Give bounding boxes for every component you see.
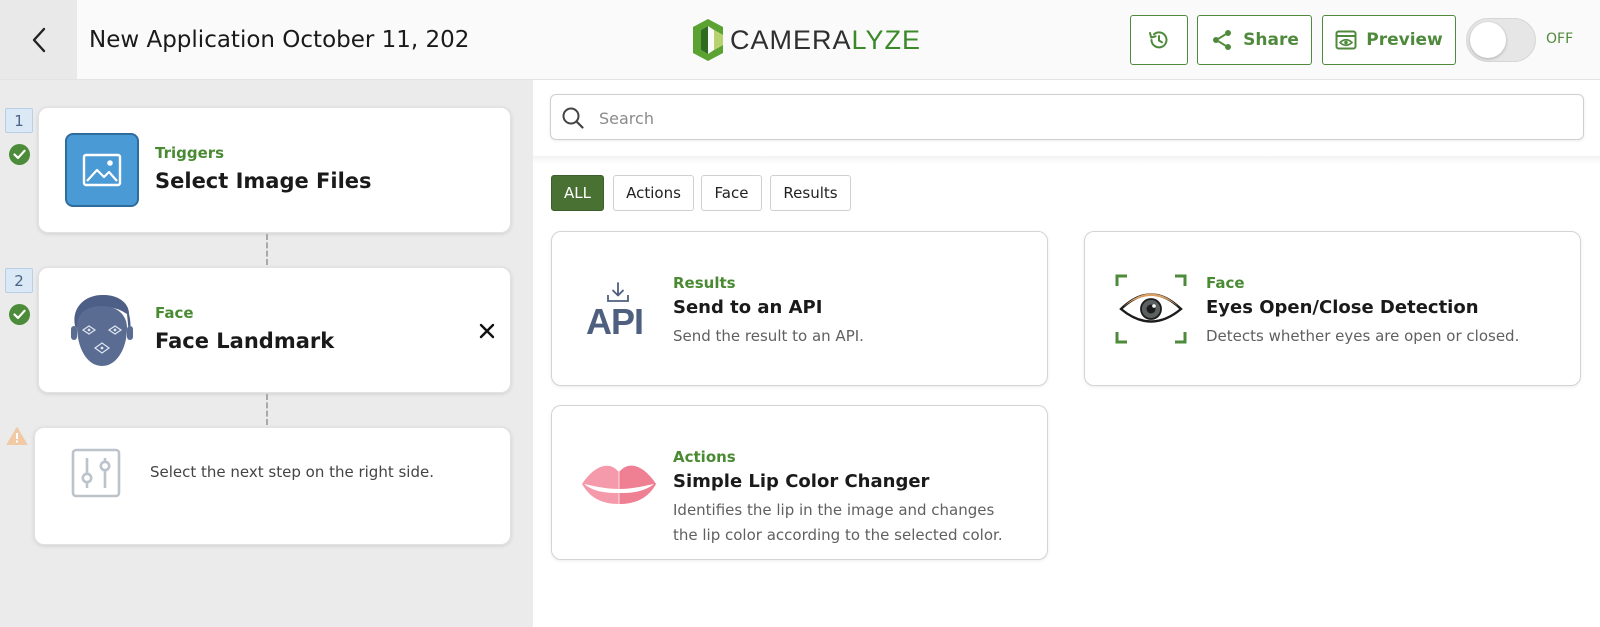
step-title: Select Image Files	[155, 169, 372, 193]
logo-text-part1: CAMERA	[730, 24, 852, 55]
step-card-face-landmark[interactable]: Face Face Landmark	[38, 267, 511, 393]
check-icon	[9, 144, 30, 165]
filter-results[interactable]: Results	[770, 175, 851, 211]
share-button-label: Share	[1243, 30, 1299, 50]
filter-all[interactable]: ALL	[551, 175, 604, 211]
tool-title: Send to an API	[673, 297, 823, 318]
back-button[interactable]	[0, 0, 77, 79]
history-icon	[1149, 31, 1168, 49]
check-icon	[9, 304, 30, 325]
publish-toggle[interactable]	[1466, 18, 1536, 62]
eye-detection-icon	[1115, 274, 1187, 344]
tool-category: Face	[1206, 274, 1245, 292]
warning-icon	[6, 426, 28, 450]
workflow-steps-panel: 1 Triggers Select Image Files 2 Face Fac…	[0, 80, 533, 627]
step-number-badge: 2	[5, 268, 33, 293]
preview-button-label: Preview	[1366, 30, 1443, 50]
share-icon	[1213, 30, 1232, 50]
search-divider	[533, 156, 1600, 164]
api-icon-text: API	[586, 301, 644, 342]
share-button[interactable]: Share	[1197, 15, 1312, 65]
logo-mark-icon	[693, 19, 723, 61]
sliders-icon	[71, 448, 121, 498]
face-landmark-icon	[71, 294, 133, 366]
tool-description: Send the result to an API.	[673, 327, 864, 345]
search-icon	[562, 107, 584, 129]
lips-icon	[582, 465, 656, 504]
logo-text-part2: LYZE	[851, 24, 922, 55]
tool-title: Simple Lip Color Changer	[673, 471, 930, 492]
tool-description: Identifies the lip in the image and chan…	[673, 501, 1003, 544]
remove-step-close-icon[interactable]	[476, 320, 498, 342]
app-window: CAMERALYZE Share Preview OFF 1 Triggers	[0, 0, 1600, 627]
top-header: CAMERALYZE Share Preview OFF	[0, 0, 1600, 80]
tool-title: Eyes Open/Close Detection	[1206, 297, 1479, 318]
toggle-state-label: OFF	[1546, 31, 1574, 47]
filter-actions[interactable]: Actions	[613, 175, 694, 211]
tool-description: Detects whether eyes are open or closed.	[1206, 327, 1520, 345]
tool-card-send-to-api[interactable]: API Results Send to an API Send the resu…	[551, 231, 1048, 386]
step-connector	[266, 234, 268, 265]
next-step-hint: Select the next step on the right side.	[150, 463, 434, 481]
tool-card-eyes-open-close[interactable]: Face Eyes Open/Close Detection Detects w…	[1084, 231, 1581, 386]
tool-category: Actions	[673, 448, 736, 466]
tool-picker-panel: ALL Actions Face Results API Results Sen…	[533, 80, 1600, 627]
history-button[interactable]	[1130, 15, 1188, 65]
preview-button[interactable]: Preview	[1322, 15, 1456, 65]
step-category: Face	[155, 304, 194, 322]
toggle-knob[interactable]	[1470, 22, 1506, 58]
search-box[interactable]	[550, 94, 1584, 140]
filter-face[interactable]: Face	[701, 175, 762, 211]
step-card-select-image-files[interactable]: Triggers Select Image Files	[38, 107, 511, 233]
api-icon: API	[586, 282, 648, 342]
chevron-left-icon	[32, 27, 45, 52]
cameralyze-logo: CAMERALYZE	[692, 17, 921, 63]
next-step-placeholder-card[interactable]	[34, 427, 511, 545]
eye-preview-icon	[1335, 30, 1357, 50]
logo-text: CAMERALYZE	[730, 25, 921, 56]
step-title: Face Landmark	[155, 329, 335, 353]
tool-category: Results	[673, 274, 736, 292]
app-title-input[interactable]	[89, 22, 469, 58]
search-input[interactable]	[599, 103, 1559, 133]
tool-card-lip-color-changer[interactable]: Actions Simple Lip Color Changer Identif…	[551, 405, 1048, 560]
image-icon	[65, 133, 139, 207]
step-number-badge: 1	[5, 108, 33, 133]
step-connector	[266, 394, 268, 425]
step-category: Triggers	[155, 144, 225, 162]
